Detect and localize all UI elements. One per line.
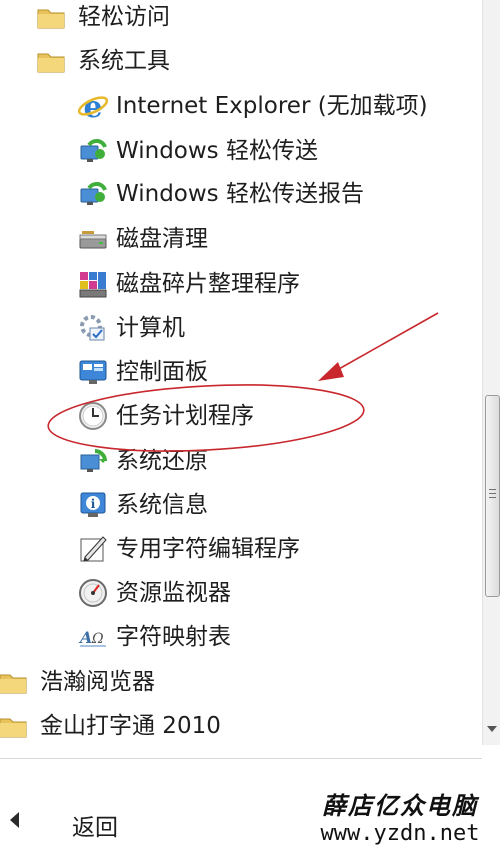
- folder-icon: [0, 665, 30, 699]
- menu-item-windows-easy-transfer-report[interactable]: Windows 轻松传送报告: [76, 174, 364, 214]
- folder-accessories-ease-of-access[interactable]: 轻松访问: [34, 0, 170, 37]
- menu-item-label: 系统还原: [116, 447, 208, 474]
- svg-text:e: e: [83, 90, 102, 122]
- menu-item-private-character-editor[interactable]: 专用字符编辑程序: [76, 529, 300, 569]
- menu-divider: [0, 758, 482, 759]
- menu-item-resource-monitor[interactable]: 资源监视器: [76, 573, 231, 613]
- menu-item-task-scheduler[interactable]: 任务计划程序: [76, 396, 254, 436]
- thumb-grip-line: [489, 497, 496, 498]
- easy-transfer-report-icon: [76, 177, 110, 211]
- folder-jinshan-typing[interactable]: 金山打字通 2010: [0, 706, 221, 746]
- menu-item-label: 磁盘碎片整理程序: [116, 270, 300, 297]
- back-arrow-icon: [10, 812, 19, 828]
- disk-cleanup-icon: [76, 222, 110, 256]
- menu-item-label: 金山打字通 2010: [40, 712, 221, 739]
- thumb-grip-line: [489, 489, 496, 490]
- back-label: 返回: [72, 815, 118, 841]
- menu-item-character-map[interactable]: AΩ 字符映射表: [76, 617, 231, 657]
- system-restore-icon: [76, 444, 110, 478]
- menu-item-control-panel[interactable]: 控制面板: [76, 352, 208, 392]
- start-menu-program-list: 轻松访问 系统工具 e Internet Explorer (无加载项) Win…: [0, 0, 482, 760]
- site-watermark: 薛店亿众电脑 www.yzdn.net: [300, 786, 500, 846]
- easy-transfer-icon: [76, 134, 110, 168]
- back-button[interactable]: 返回: [0, 800, 200, 844]
- menu-item-label: 任务计划程序: [116, 402, 254, 429]
- vertical-scrollbar[interactable]: [482, 0, 500, 745]
- menu-item-label: Windows 轻松传送: [116, 137, 318, 164]
- menu-item-label: 磁盘清理: [116, 225, 208, 252]
- watermark-url: www.yzdn.net: [320, 821, 480, 846]
- menu-item-label: 资源监视器: [116, 579, 231, 606]
- menu-item-label: 专用字符编辑程序: [116, 535, 300, 562]
- internet-explorer-icon: e: [76, 89, 110, 123]
- folder-system-tools[interactable]: 系统工具: [34, 41, 170, 81]
- computer-icon: [76, 311, 110, 345]
- menu-item-windows-easy-transfer[interactable]: Windows 轻松传送: [76, 131, 318, 171]
- menu-item-system-restore[interactable]: 系统还原: [76, 441, 208, 481]
- svg-text:i: i: [91, 497, 96, 511]
- private-character-editor-icon: [76, 532, 110, 566]
- menu-item-disk-defragmenter[interactable]: 磁盘碎片整理程序: [76, 264, 300, 304]
- menu-item-system-information[interactable]: i 系统信息: [76, 485, 208, 525]
- menu-item-label: 字符映射表: [116, 623, 231, 650]
- scrollbar-thumb[interactable]: [485, 395, 500, 597]
- folder-icon: [34, 0, 68, 34]
- svg-text:Ω: Ω: [91, 631, 104, 647]
- disk-defragmenter-icon: [76, 267, 110, 301]
- folder-haohan-reader[interactable]: 浩瀚阅览器: [0, 662, 155, 702]
- menu-item-label: 系统信息: [116, 491, 208, 518]
- menu-item-label: 轻松访问: [78, 3, 170, 30]
- resource-monitor-icon: [76, 576, 110, 610]
- menu-item-disk-cleanup[interactable]: 磁盘清理: [76, 219, 208, 259]
- folder-icon: [34, 44, 68, 78]
- character-map-icon: AΩ: [76, 620, 110, 654]
- task-scheduler-icon: [76, 399, 110, 433]
- system-information-icon: i: [76, 488, 110, 522]
- watermark-title: 薛店亿众电脑: [322, 791, 478, 820]
- menu-item-label: 系统工具: [78, 47, 170, 74]
- menu-item-label: 计算机: [116, 314, 185, 341]
- thumb-grip-line: [489, 493, 496, 494]
- menu-item-label: 浩瀚阅览器: [40, 668, 155, 695]
- menu-item-computer[interactable]: 计算机: [76, 308, 185, 348]
- menu-item-label: Windows 轻松传送报告: [116, 180, 364, 207]
- folder-icon: [0, 709, 30, 743]
- menu-item-internet-explorer-no-addons[interactable]: e Internet Explorer (无加载项): [76, 86, 428, 126]
- scroll-down-arrow-icon[interactable]: [487, 726, 497, 732]
- svg-text:A: A: [78, 628, 92, 647]
- control-panel-icon: [76, 355, 110, 389]
- menu-item-label: Internet Explorer (无加载项): [116, 92, 428, 119]
- menu-item-label: 控制面板: [116, 358, 208, 385]
